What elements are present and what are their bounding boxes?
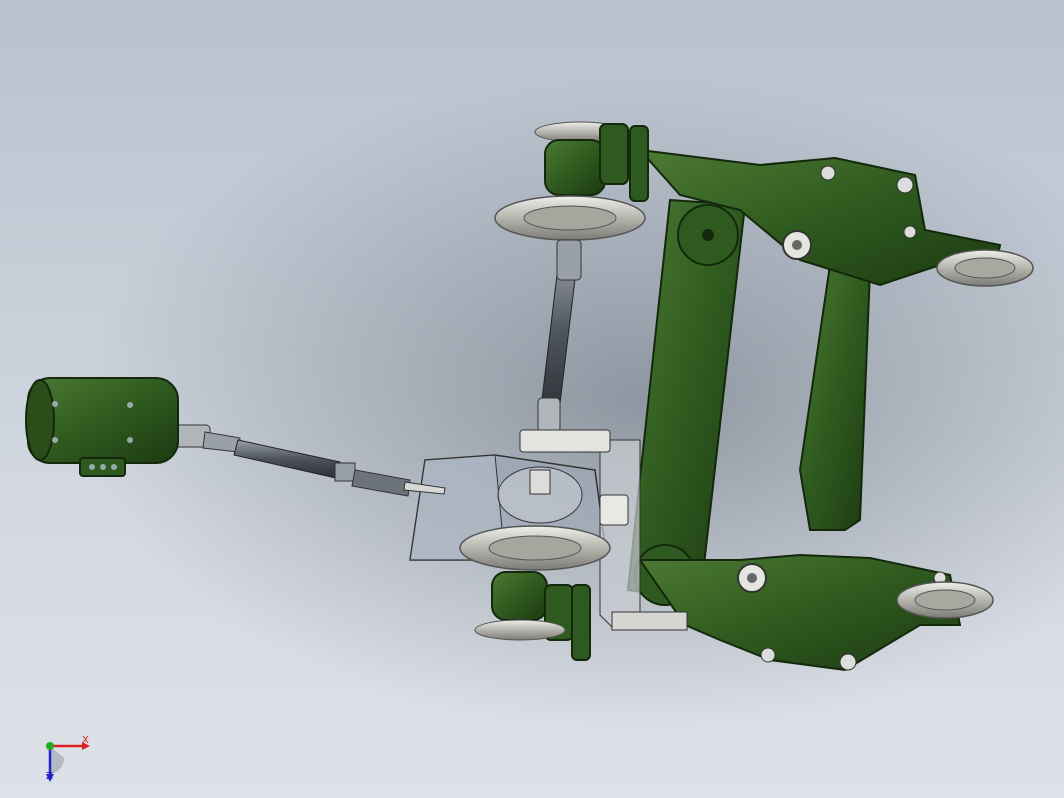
axis-x-label: X <box>82 735 89 746</box>
wheel-top-right[interactable] <box>936 249 1034 287</box>
motor[interactable] <box>25 377 179 477</box>
wheel-bottom-right[interactable] <box>896 581 994 619</box>
assembly-model[interactable] <box>0 0 1064 798</box>
axis-z-label: Z <box>46 771 53 782</box>
3d-viewport[interactable]: X Z <box>0 0 1064 798</box>
